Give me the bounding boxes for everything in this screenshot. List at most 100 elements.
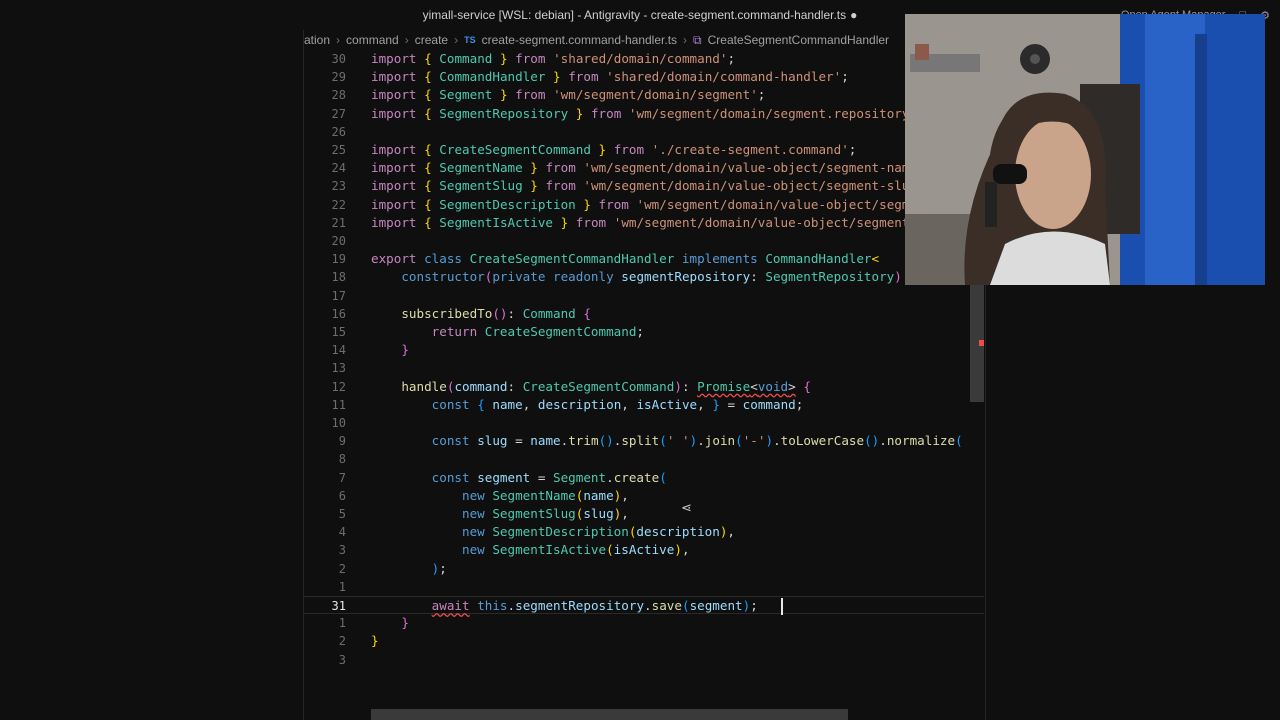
code-line[interactable]: 23 import { SegmentSlug } from 'wm/segmen…	[304, 177, 984, 195]
code-editor[interactable]: 30 import { Command } from 'shared/domain…	[304, 50, 984, 705]
code-text: }	[401, 342, 409, 358]
line-number: 3	[338, 652, 346, 667]
code-text: import { Segment } from 'wm/segment/doma…	[371, 87, 766, 103]
code-line[interactable]: 26	[304, 123, 984, 141]
code-line[interactable]: 14 }	[304, 341, 984, 359]
code-text: }	[371, 633, 379, 649]
breadcrumb-symbol[interactable]: CreateSegmentCommandHandler	[708, 33, 889, 47]
code-line[interactable]: 17	[304, 287, 984, 305]
code-text: subscribedTo(): Command {	[401, 305, 591, 321]
code-line[interactable]: 29 import { CommandHandler } from 'shared…	[304, 68, 984, 86]
class-symbol-icon: ⧉	[693, 32, 702, 47]
chevron-right-icon: ›	[454, 33, 459, 47]
line-number: 7	[338, 470, 346, 485]
line-number: 23	[331, 179, 346, 194]
code-line[interactable]: 18 constructor(private readonly segmentR…	[304, 268, 984, 286]
code-line[interactable]: 11 const { name, description, isActive, …	[304, 396, 984, 414]
webcam-image	[905, 14, 1265, 285]
horizontal-scrollbar[interactable]	[371, 709, 848, 720]
line-number: 1	[338, 579, 346, 594]
webcam-overlay	[905, 14, 1265, 285]
chevron-right-icon: ›	[336, 33, 341, 47]
line-number: 26	[331, 124, 346, 139]
code-line[interactable]: 12 handle(command: CreateSegmentCommand)…	[304, 378, 984, 396]
code-text: export class CreateSegmentCommandHandler…	[371, 251, 880, 267]
code-line[interactable]: 5 new SegmentSlug(slug),	[304, 505, 984, 523]
code-line[interactable]: 30 import { Command } from 'shared/domain…	[304, 50, 984, 68]
line-number: 31	[331, 599, 346, 613]
line-number: 2	[338, 634, 346, 649]
code-line[interactable]: 8	[304, 450, 984, 468]
line-number: 10	[331, 416, 346, 430]
code-line[interactable]: 20	[304, 232, 984, 250]
modified-indicator: ●	[850, 8, 858, 22]
line-number: 22	[331, 197, 346, 212]
breadcrumb-item[interactable]: ation	[304, 33, 330, 47]
code-line[interactable]: 25 import { CreateSegmentCommand } from '…	[304, 141, 984, 159]
code-line[interactable]: 21 import { SegmentIsActive } from 'wm/se…	[304, 214, 984, 232]
code-text: new SegmentIsActive(isActive),	[462, 542, 690, 558]
code-line[interactable]: 19 export class CreateSegmentCommandHandl…	[304, 250, 984, 268]
line-number: 2	[338, 561, 346, 576]
code-line[interactable]: 16 subscribedTo(): Command {	[304, 305, 984, 323]
line-number: 17	[331, 288, 346, 303]
line-number: 16	[331, 306, 346, 321]
code-line[interactable]: 27 import { SegmentRepository } from 'wm/…	[304, 105, 984, 123]
line-number: 29	[331, 70, 346, 85]
code-line[interactable]: 2 );	[304, 560, 984, 578]
breadcrumb-item[interactable]: create	[415, 33, 448, 47]
code-line[interactable]: 1 }	[304, 614, 984, 632]
code-line[interactable]: 9 const slug = name.trim().split(' ').jo…	[304, 432, 984, 450]
code-text: const { name, description, isActive, } =…	[431, 396, 804, 412]
breadcrumb-item[interactable]: command	[346, 33, 399, 47]
code-line[interactable]: 24 import { SegmentName } from 'wm/segmen…	[304, 159, 984, 177]
code-text: import { SegmentIsActive } from 'wm/segm…	[371, 214, 984, 230]
ibeam-pointer-icon: ⋖	[681, 501, 692, 516]
line-number: 25	[331, 143, 346, 157]
breadcrumb-file[interactable]: create-segment.command-handler.ts	[482, 33, 677, 47]
code-text: );	[431, 560, 447, 576]
code-text: new SegmentName(name),	[462, 487, 629, 503]
code-text: import { CommandHandler } from 'shared/d…	[371, 69, 849, 85]
code-text: new SegmentSlug(slug),	[462, 506, 629, 521]
error-marker	[979, 340, 984, 346]
code-line[interactable]: 31 await this.segmentRepository.save(seg…	[304, 596, 984, 614]
line-number: 3	[338, 543, 346, 558]
code-line[interactable]: 28 import { Segment } from 'wm/segment/do…	[304, 86, 984, 104]
line-number: 6	[338, 488, 346, 503]
line-number: 13	[331, 361, 346, 376]
line-number: 11	[331, 397, 346, 412]
typescript-file-icon: TS	[464, 35, 476, 45]
code-line[interactable]: 4 new SegmentDescription(description),	[304, 523, 984, 541]
line-number: 5	[338, 507, 346, 521]
code-line[interactable]: 1	[304, 578, 984, 596]
line-number: 4	[338, 525, 346, 540]
line-number: 8	[338, 452, 346, 467]
code-line[interactable]: 6 new SegmentName(name),	[304, 487, 984, 505]
code-line[interactable]: 22 import { SegmentDescription } from 'wm…	[304, 196, 984, 214]
line-number: 9	[338, 434, 346, 449]
code-line[interactable]: 13	[304, 359, 984, 377]
line-number: 18	[331, 270, 346, 285]
line-number: 27	[331, 106, 346, 121]
line-number: 30	[331, 52, 346, 66]
code-text: import { CreateSegmentCommand } from './…	[371, 142, 857, 157]
code-text: }	[401, 615, 409, 631]
code-line[interactable]: 15 return CreateSegmentCommand;	[304, 323, 984, 341]
code-text: const slug = name.trim().split(' ').join…	[431, 433, 963, 449]
window-title: yimall-service [WSL: debian] - Antigravi…	[422, 8, 847, 22]
text-cursor	[781, 598, 783, 615]
code-text: new SegmentDescription(description),	[462, 524, 736, 540]
line-number: 12	[331, 379, 346, 394]
line-number: 19	[331, 252, 346, 267]
code-line[interactable]: 7 const segment = Segment.create(	[304, 469, 984, 487]
code-text: import { Command } from 'shared/domain/c…	[371, 51, 736, 66]
code-text: import { SegmentName } from 'wm/segment/…	[371, 160, 932, 176]
code-line[interactable]: 2}	[304, 632, 984, 650]
code-line[interactable]: 10	[304, 414, 984, 432]
chevron-right-icon: ›	[404, 33, 409, 47]
code-text: handle(command: CreateSegmentCommand): P…	[401, 378, 811, 394]
code-line[interactable]: 3 new SegmentIsActive(isActive),	[304, 541, 984, 559]
code-line[interactable]: 3	[304, 651, 984, 669]
line-number: 1	[338, 616, 346, 631]
